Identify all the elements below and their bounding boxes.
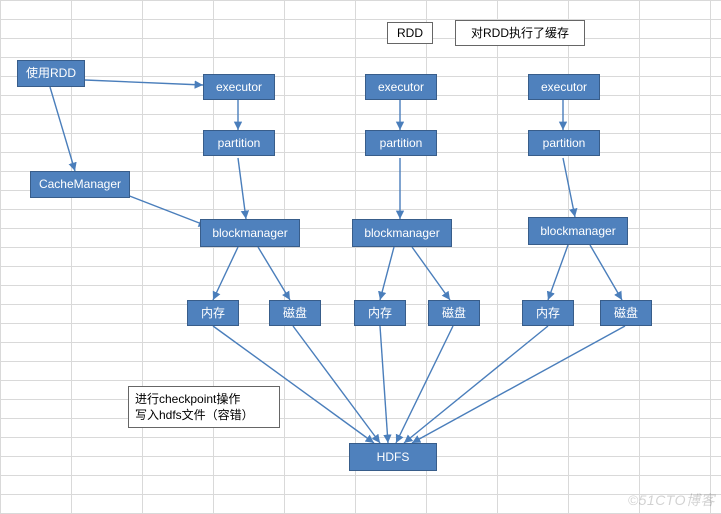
node-partition-2-text: partition [380,136,423,150]
cache-label-text: 对RDD执行了缓存 [471,25,569,41]
node-executor-3: executor [528,74,600,100]
cache-label-box: 对RDD执行了缓存 [455,20,585,46]
node-partition-1: partition [203,130,275,156]
node-disk-2-text: 磁盘 [442,306,466,320]
checkpoint-note-line1: 进行checkpoint操作 [135,391,240,407]
node-executor-1: executor [203,74,275,100]
node-memory-2: 内存 [354,300,406,326]
node-blockmanager-1-text: blockmanager [212,226,287,240]
node-blockmanager-2-text: blockmanager [364,226,439,240]
node-disk-3: 磁盘 [600,300,652,326]
node-disk-1: 磁盘 [269,300,321,326]
node-disk-3-text: 磁盘 [614,306,638,320]
node-blockmanager-2: blockmanager [352,219,452,247]
node-cache-manager-text: CacheManager [39,177,121,191]
node-partition-3-text: partition [543,136,586,150]
node-cache-manager: CacheManager [30,171,130,198]
node-disk-1-text: 磁盘 [283,306,307,320]
node-memory-1: 内存 [187,300,239,326]
node-executor-3-text: executor [541,80,587,94]
node-use-rdd: 使用RDD [17,60,85,87]
node-hdfs: HDFS [349,443,437,471]
node-blockmanager-3-text: blockmanager [540,224,615,238]
node-executor-2: executor [365,74,437,100]
node-memory-2-text: 内存 [368,306,392,320]
node-hdfs-text: HDFS [377,450,410,464]
node-use-rdd-text: 使用RDD [26,66,76,80]
node-partition-2: partition [365,130,437,156]
node-partition-3: partition [528,130,600,156]
diagram-canvas: RDD 对RDD执行了缓存 使用RDD CacheManager executo… [0,0,721,514]
node-blockmanager-3: blockmanager [528,217,628,245]
arrow-layer [0,0,721,514]
node-executor-2-text: executor [378,80,424,94]
node-memory-3: 内存 [522,300,574,326]
rdd-label-text: RDD [397,25,423,41]
node-disk-2: 磁盘 [428,300,480,326]
checkpoint-note-line2: 写入hdfs文件（容错） [135,407,254,423]
node-executor-1-text: executor [216,80,262,94]
rdd-label-box: RDD [387,22,433,44]
checkpoint-note: 进行checkpoint操作 写入hdfs文件（容错） [128,386,280,428]
node-blockmanager-1: blockmanager [200,219,300,247]
watermark-text: ©51CTO博客 [628,490,715,510]
node-memory-1-text: 内存 [201,306,225,320]
node-memory-3-text: 内存 [536,306,560,320]
node-partition-1-text: partition [218,136,261,150]
